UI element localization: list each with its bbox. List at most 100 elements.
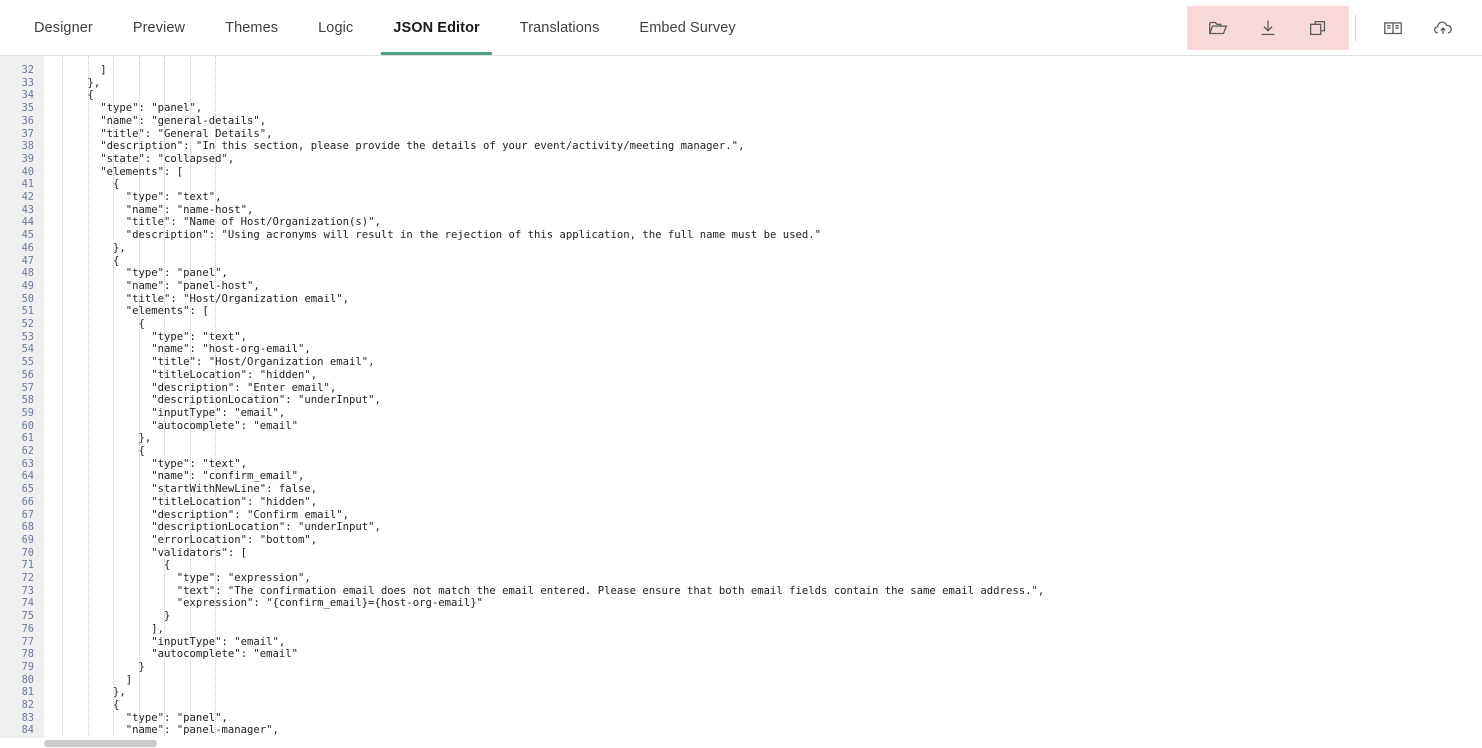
code-line[interactable]: 83 "type": "panel", <box>0 712 1482 725</box>
open-file-icon[interactable] <box>1193 6 1243 50</box>
line-text: { <box>62 254 120 267</box>
code-line[interactable]: 78 "autocomplete": "email" <box>0 648 1482 661</box>
code-line[interactable]: 79 } <box>0 661 1482 674</box>
line-text: "inputType": "email", <box>62 635 286 648</box>
code-line[interactable]: 36 "name": "general-details", <box>0 115 1482 128</box>
tab-logic[interactable]: Logic <box>298 0 373 55</box>
line-number: 84 <box>21 724 34 737</box>
code-line[interactable]: 32 ] <box>0 64 1482 77</box>
code-line[interactable]: 51 "elements": [ <box>0 305 1482 318</box>
line-number: 45 <box>21 229 34 242</box>
code-line[interactable]: 55 "title": "Host/Organization email", <box>0 356 1482 369</box>
code-line[interactable]: 48 "type": "panel", <box>0 267 1482 280</box>
line-text: "errorLocation": "bottom", <box>62 533 318 546</box>
code-content[interactable]: 32 ] 33 }, 34 {35 "type": "panel", 36 "name… <box>0 56 1482 748</box>
line-text: "titleLocation": "hidden", <box>62 368 318 381</box>
line-number: 41 <box>21 178 34 191</box>
horizontal-scrollbar[interactable] <box>0 738 1482 748</box>
code-line[interactable]: 50 "title": "Host/Organization email", <box>0 293 1482 306</box>
code-line[interactable]: 34 { <box>0 89 1482 102</box>
line-number: 81 <box>21 686 34 699</box>
code-line[interactable]: 52 { <box>0 318 1482 331</box>
code-line[interactable]: 45 "description": "Using acronyms will r… <box>0 229 1482 242</box>
code-line[interactable]: 37 "title": "General Details", <box>0 128 1482 141</box>
code-line[interactable]: 46 }, <box>0 242 1482 255</box>
line-text: { <box>62 699 120 711</box>
code-line[interactable]: 39 "state": "collapsed", <box>0 153 1482 166</box>
line-text: { <box>62 318 145 330</box>
documentation-icon[interactable] <box>1368 6 1418 50</box>
code-line[interactable]: 44 "title": "Name of Host/Organization(s… <box>0 216 1482 229</box>
line-text: ], <box>62 622 165 635</box>
code-line[interactable]: 74 "expression": "{confirm_email}={host-… <box>0 597 1482 610</box>
tab-embed-survey[interactable]: Embed Survey <box>619 0 755 55</box>
horizontal-scrollbar-thumb[interactable] <box>44 740 157 747</box>
line-number: 32 <box>21 64 34 76</box>
tab-themes[interactable]: Themes <box>205 0 298 55</box>
download-icon[interactable] <box>1243 6 1293 50</box>
line-number: 39 <box>21 152 34 165</box>
code-line[interactable]: 75 } <box>0 610 1482 623</box>
line-number: 78 <box>21 648 34 661</box>
line-text: "title": "Host/Organization email", <box>62 356 375 369</box>
code-line[interactable]: 35 "type": "panel", <box>0 102 1482 115</box>
code-line[interactable]: 62 { <box>0 445 1482 458</box>
code-line[interactable]: 33 }, <box>0 77 1482 90</box>
line-number: 58 <box>21 394 34 407</box>
code-line[interactable]: 54 "name": "host-org-email", <box>0 343 1482 356</box>
code-line[interactable]: 76 ], <box>0 623 1482 636</box>
code-line[interactable]: 63 "type": "text", <box>0 458 1482 471</box>
json-editor-panel[interactable]: 32 ] 33 }, 34 {35 "type": "panel", 36 "name… <box>0 56 1482 748</box>
code-line[interactable]: 73 "text": "The confirmation email does … <box>0 585 1482 598</box>
line-text: { <box>62 89 94 102</box>
code-line[interactable]: 69 "errorLocation": "bottom", <box>0 534 1482 547</box>
code-line[interactable]: 61 }, <box>0 432 1482 445</box>
line-text: "name": "panel-manager", <box>62 724 279 737</box>
line-number: 71 <box>21 559 34 572</box>
tab-preview[interactable]: Preview <box>113 0 205 55</box>
line-text: "type": "text", <box>62 191 222 203</box>
tab-translations[interactable]: Translations <box>500 0 620 55</box>
line-number: 60 <box>21 419 34 432</box>
line-number: 51 <box>21 305 34 318</box>
code-line[interactable]: 47 { <box>0 255 1482 268</box>
line-number: 46 <box>21 241 34 254</box>
code-line[interactable]: 71 { <box>0 559 1482 572</box>
code-line[interactable]: 64 "name": "confirm_email", <box>0 470 1482 483</box>
code-line[interactable]: 68 "descriptionLocation": "underInput", <box>0 521 1482 534</box>
code-line[interactable]: 43 "name": "name-host", <box>0 204 1482 217</box>
code-line[interactable]: 70 "validators": [ <box>0 547 1482 560</box>
line-text: "type": "panel", <box>62 267 228 280</box>
tab-json-editor[interactable]: JSON Editor <box>373 0 500 55</box>
code-line[interactable]: 80 ] <box>0 674 1482 687</box>
copy-icon[interactable] <box>1293 6 1343 50</box>
code-line[interactable]: 84 "name": "panel-manager", <box>0 724 1482 737</box>
code-line[interactable]: 38 "description": "In this section, plea… <box>0 140 1482 153</box>
code-line[interactable]: 40 "elements": [ <box>0 166 1482 179</box>
code-line[interactable]: 49 "name": "panel-host", <box>0 280 1482 293</box>
code-line[interactable]: 72 "type": "expression", <box>0 572 1482 585</box>
code-line[interactable]: 82 { <box>0 699 1482 712</box>
line-number: 66 <box>21 495 34 508</box>
code-line[interactable]: 58 "descriptionLocation": "underInput", <box>0 394 1482 407</box>
line-text: "name": "host-org-email", <box>62 343 311 356</box>
tab-designer[interactable]: Designer <box>14 0 113 55</box>
code-line[interactable]: 56 "titleLocation": "hidden", <box>0 369 1482 382</box>
code-line[interactable]: 77 "inputType": "email", <box>0 636 1482 649</box>
line-text: "state": "collapsed", <box>62 152 235 165</box>
line-number: 69 <box>21 533 34 546</box>
line-text: ] <box>62 64 107 76</box>
cloud-upload-icon[interactable] <box>1418 6 1468 50</box>
code-line[interactable]: 59 "inputType": "email", <box>0 407 1482 420</box>
code-line[interactable]: 67 "description": "Confirm email", <box>0 509 1482 522</box>
code-line[interactable]: 65 "startWithNewLine": false, <box>0 483 1482 496</box>
code-line[interactable]: 57 "description": "Enter email", <box>0 382 1482 395</box>
code-line[interactable]: 81 }, <box>0 686 1482 699</box>
code-line[interactable]: 42 "type": "text", <box>0 191 1482 204</box>
code-line[interactable]: 66 "titleLocation": "hidden", <box>0 496 1482 509</box>
code-line[interactable]: 60 "autocomplete": "email" <box>0 420 1482 433</box>
code-line[interactable]: 53 "type": "text", <box>0 331 1482 344</box>
line-number: 63 <box>21 457 34 470</box>
code-line[interactable]: 41 { <box>0 178 1482 191</box>
line-text: "elements": [ <box>62 305 209 318</box>
